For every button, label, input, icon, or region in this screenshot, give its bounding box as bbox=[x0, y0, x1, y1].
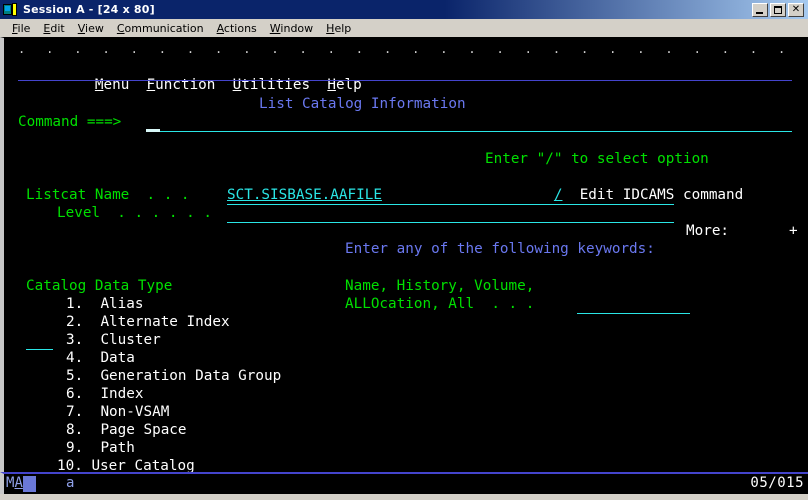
keywords-input-underline[interactable] bbox=[577, 313, 690, 314]
level-input-underline[interactable] bbox=[227, 222, 674, 223]
list-item[interactable]: 5. Generation Data Group bbox=[66, 367, 281, 385]
status-cursor-block bbox=[22, 475, 36, 492]
catalog-type-label-4: Data bbox=[100, 350, 135, 366]
catalog-type-label-3: Cluster bbox=[100, 332, 161, 348]
catalog-type-label-9: Path bbox=[100, 440, 135, 456]
catalog-type-label-1: Alias bbox=[100, 296, 144, 312]
menu-bar: File Edit View Communication Actions Win… bbox=[0, 19, 808, 37]
window-title: Session A - [24 x 80] bbox=[23, 3, 155, 16]
catalog-type-label-5: Generation Data Group bbox=[100, 368, 282, 384]
catalog-type-label-2: Alternate Index bbox=[100, 314, 230, 330]
level-label: Level . . . . . . bbox=[57, 205, 212, 221]
terminal-session-icon bbox=[3, 2, 19, 17]
keywords-line-2: ALLOcation, All . . . bbox=[345, 296, 535, 312]
maximize-button[interactable] bbox=[770, 2, 786, 17]
listcat-name-input[interactable]: SCT.SISBASE.AAFILE bbox=[227, 186, 382, 204]
catalog-type-num-6: 6. bbox=[66, 386, 84, 402]
close-icon: ✕ bbox=[791, 3, 801, 15]
menu-communication-label: ommunication bbox=[124, 21, 204, 35]
screen-3270: . . . . . . . . . . . . . . . . . . . . … bbox=[4, 38, 808, 472]
catalog-type-num-5: 5. bbox=[66, 368, 84, 384]
listcat-name-label: Listcat Name . . . bbox=[26, 187, 190, 203]
window-controls: ✕ bbox=[752, 2, 804, 17]
status-badge: MA bbox=[6, 475, 23, 492]
menu-view-label: iew bbox=[85, 21, 104, 35]
menu-window[interactable]: Window bbox=[264, 21, 320, 36]
terminal-screen[interactable]: . . . . . . . . . . . . . . . . . . . . … bbox=[0, 37, 808, 472]
minimize-button[interactable] bbox=[752, 2, 768, 17]
list-item[interactable]: 1. Alias bbox=[66, 295, 143, 313]
menu-communication[interactable]: Communication bbox=[111, 21, 211, 36]
keywords-heading: Enter any of the following keywords: bbox=[345, 241, 655, 257]
catalog-type-num-10: 10. bbox=[57, 458, 83, 472]
catalog-type-num-9: 9. bbox=[66, 440, 84, 456]
cursor-position-indicator: 05/015 bbox=[750, 475, 804, 491]
option-edit-idcams-label: Edit IDCAMS command bbox=[579, 187, 744, 204]
catalog-type-num-8: 8. bbox=[66, 422, 84, 438]
menu-edit[interactable]: Edit bbox=[37, 21, 71, 36]
list-item[interactable]: 4. Data bbox=[66, 349, 135, 367]
command-input-underline[interactable] bbox=[146, 131, 792, 132]
panel-title: List Catalog Information bbox=[259, 96, 466, 112]
catalog-type-num-1: 1. bbox=[66, 296, 84, 312]
option-row-edit-idcams[interactable]: / Edit IDCAMS command bbox=[485, 168, 743, 203]
listcat-name-underline bbox=[227, 204, 674, 205]
menu-actions-label: ctions bbox=[223, 21, 257, 35]
catalog-data-type-heading: Catalog Data Type bbox=[26, 278, 173, 294]
menu-actions[interactable]: Actions bbox=[211, 21, 264, 36]
list-item[interactable]: 9. Path bbox=[66, 439, 135, 457]
action-bar: Menu Function Utilities Help bbox=[26, 58, 362, 93]
keywords-line-1: Name, History, Volume, bbox=[345, 278, 535, 294]
menu-help-label: elp bbox=[334, 21, 352, 35]
list-item[interactable]: 3. Cluster bbox=[66, 331, 161, 349]
catalog-type-label-8: Page Space bbox=[100, 422, 187, 438]
status-indicator-a: A bbox=[14, 475, 23, 491]
catalog-type-num-2: 2. bbox=[66, 314, 84, 330]
status-indicator-group: MA bbox=[6, 475, 36, 492]
list-item[interactable]: 6. Index bbox=[66, 385, 143, 403]
more-label: More: bbox=[686, 223, 730, 239]
input-mode-indicator: a bbox=[66, 475, 75, 491]
catalog-type-num-7: 7. bbox=[66, 404, 84, 420]
catalog-type-num-3: 3. bbox=[66, 332, 84, 348]
list-item[interactable]: 8. Page Space bbox=[66, 421, 187, 439]
list-item[interactable]: 7. Non-VSAM bbox=[66, 403, 169, 421]
emulator-window: Session A - [24 x 80] ✕ File Edit View C… bbox=[0, 0, 808, 500]
catalog-type-label-10: User Catalog bbox=[91, 458, 195, 472]
catalog-type-input-underline[interactable] bbox=[26, 349, 53, 350]
text-cursor bbox=[146, 129, 160, 132]
catalog-type-label-6: Index bbox=[100, 386, 144, 402]
more-indicator: + bbox=[789, 223, 798, 239]
catalog-type-num-4: 4. bbox=[66, 350, 84, 366]
ruler-row: . . . . . . . . . . . . . . . . . . . . … bbox=[18, 42, 808, 56]
title-bar: Session A - [24 x 80] ✕ bbox=[0, 0, 808, 19]
catalog-type-label-7: Non-VSAM bbox=[100, 404, 170, 420]
close-button[interactable]: ✕ bbox=[788, 2, 804, 17]
action-bar-rule bbox=[18, 80, 792, 81]
menu-view[interactable]: View bbox=[72, 21, 111, 36]
menu-file[interactable]: File bbox=[6, 21, 37, 36]
menu-help[interactable]: Help bbox=[320, 21, 358, 36]
command-label: Command ===> bbox=[18, 114, 122, 130]
window-bottom-edge bbox=[0, 494, 808, 500]
menu-edit-label: dit bbox=[50, 21, 65, 35]
list-item[interactable]: 2. Alternate Index bbox=[66, 313, 230, 331]
operator-information-area: MA a 05/015 bbox=[0, 472, 808, 494]
list-item[interactable]: 10. User Catalog bbox=[57, 457, 195, 472]
select-option-hint: Enter "/" to select option bbox=[485, 151, 709, 167]
menu-file-label: ile bbox=[17, 21, 31, 35]
menu-window-label: indow bbox=[280, 21, 314, 35]
